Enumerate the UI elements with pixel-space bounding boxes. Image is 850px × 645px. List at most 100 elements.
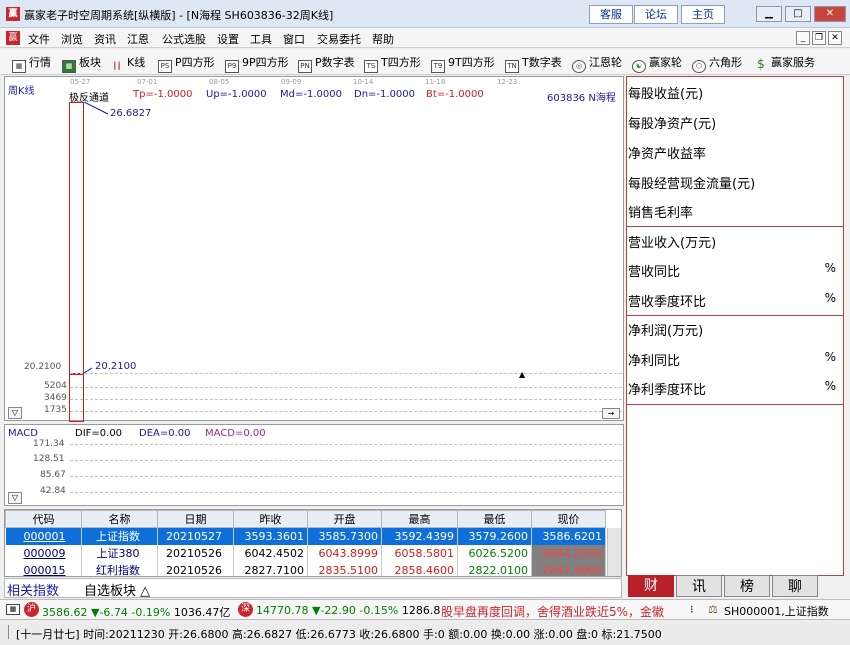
balance-icon: ⚖ <box>708 603 718 616</box>
y-axis-label: 20.2100 <box>24 362 62 372</box>
date-tick: 08-05 <box>209 78 230 86</box>
cell-code[interactable]: 000009 <box>5 544 82 562</box>
collapse-arrow-icon[interactable]: ▽ <box>8 407 22 419</box>
macd-dif: DIF=0.00 <box>75 428 123 439</box>
menu-help[interactable]: 帮助 <box>372 31 394 47</box>
cell-prev-close: 3593.3601 <box>233 527 308 545</box>
indicator-tp: Tp=-1.0000 <box>133 89 193 100</box>
cell-name: 上证380 <box>81 544 158 562</box>
table-row[interactable]: 000015 红利指数 20210526 2827.7100 2835.5100… <box>5 561 606 576</box>
pn-icon: PN <box>298 60 312 73</box>
menu-settings[interactable]: 设置 <box>217 31 239 47</box>
price-leader-lines <box>84 101 109 374</box>
toolbar-sector-button[interactable]: ▦ 板块 <box>62 54 101 73</box>
mdi-restore-button[interactable]: ❐ <box>812 31 826 45</box>
toolbar-9t-square-button[interactable]: T9 9T四方形 <box>431 54 495 73</box>
menu-file[interactable]: 文件 <box>28 31 50 47</box>
cell-open: 6043.8999 <box>307 544 382 562</box>
close-button[interactable]: ✕ <box>814 6 846 22</box>
col-header-price[interactable]: 现价 <box>531 510 606 528</box>
table-icon[interactable]: ▦ <box>6 604 20 615</box>
col-header-name[interactable]: 名称 <box>81 510 158 528</box>
mdi-close-button[interactable]: ✕ <box>828 31 842 45</box>
col-header-date[interactable]: 日期 <box>157 510 234 528</box>
menu-window[interactable]: 窗口 <box>283 31 305 47</box>
toolbar-service-button[interactable]: $ 赢家服务 <box>754 54 815 72</box>
table-row[interactable]: 000001 上证指数 20210527 3593.3601 3585.7300… <box>5 527 606 545</box>
col-header-prev-close[interactable]: 昨收 <box>233 510 308 528</box>
candles-icon: ┃┃ <box>112 62 122 70</box>
fin-separator <box>626 404 844 405</box>
toolbar-hexagon-button[interactable]: ⬡ 六角形 <box>692 54 742 73</box>
cell-price: 6044.2500 <box>531 544 606 562</box>
fin-gross-margin: 销售毛利率 <box>628 206 694 221</box>
toolbar-t-table-button[interactable]: TN T数字表 <box>505 54 562 73</box>
cell-code[interactable]: 000001 <box>5 527 82 545</box>
forum-link[interactable]: 论坛 <box>634 5 678 24</box>
menu-formula-screener[interactable]: 公式选股 <box>162 31 206 47</box>
sh-index-quote[interactable]: 3586.62 ▼-6.74 -0.19% 1036.47亿 <box>42 604 230 620</box>
col-header-high[interactable]: 最高 <box>381 510 458 528</box>
maximize-button[interactable]: □ <box>785 6 811 22</box>
cell-low: 6026.5200 <box>457 544 532 562</box>
toolbar-winner-wheel-button[interactable]: ☯ 赢家轮 <box>632 54 682 73</box>
home-link[interactable]: 主页 <box>681 5 725 24</box>
table-icon: ▦ <box>12 60 26 73</box>
minimize-button[interactable]: ▁ <box>756 6 782 22</box>
macd-y-label: 128.51 <box>33 454 65 464</box>
toolbar-quotes-button[interactable]: ▦ 行情 <box>12 54 51 73</box>
shenzhen-badge-icon: 深 <box>238 602 253 617</box>
mdi-minimize-button[interactable]: _ <box>796 31 810 45</box>
cell-high: 6058.5801 <box>381 544 458 562</box>
menu-browse[interactable]: 浏览 <box>61 31 83 47</box>
toolbar-t-square-button[interactable]: TS T四方形 <box>364 54 421 73</box>
y-axis-label: 3469 <box>44 393 67 403</box>
sz-index-quote[interactable]: 14770.78 ▼-22.90 -0.15% 1286.85 <box>256 604 440 617</box>
cell-code[interactable]: 000015 <box>5 561 82 576</box>
gridline <box>70 387 622 388</box>
table-header-row: 代码 名称 日期 昨收 开盘 最高 最低 现价 <box>5 510 606 528</box>
status-text: [十一月廿七] 时间:20211230 开:26.6800 高:26.6827 … <box>16 628 662 641</box>
menu-trade[interactable]: 交易委托 <box>317 31 361 47</box>
tab-finance[interactable]: 财 <box>628 575 674 597</box>
menu-gann[interactable]: 江恩 <box>127 31 149 47</box>
toolbar-p-square-button[interactable]: PS P四方形 <box>158 54 215 73</box>
cell-name: 上证指数 <box>81 527 158 545</box>
ps-icon: PS <box>158 60 172 73</box>
table-scrollbar[interactable] <box>607 528 621 576</box>
news-ticker[interactable]: 股早盘再度回调，舍得酒业跌近5%，金徽 <box>441 603 685 620</box>
ticker-scroll-icon[interactable]: ⁝ <box>690 603 694 616</box>
toolbar-gann-wheel-button[interactable]: ◎ 江恩轮 <box>572 54 622 73</box>
cell-price: 3586.6201 <box>531 527 606 545</box>
tab-watchlist[interactable]: 自选板块 △ <box>84 580 150 599</box>
tab-rankings[interactable]: 榜 <box>724 575 770 597</box>
col-header-open[interactable]: 开盘 <box>307 510 382 528</box>
macd-y-label: 42.84 <box>40 486 66 496</box>
toolbar-kline-button[interactable]: ┃┃ K线 <box>110 54 145 74</box>
cell-date: 20210526 <box>157 561 234 576</box>
menu-tools[interactable]: 工具 <box>250 31 272 47</box>
table-row[interactable]: 000009 上证380 20210526 6042.4502 6043.899… <box>5 544 606 562</box>
macd-collapse-arrow-icon[interactable]: ▽ <box>8 492 22 504</box>
cell-date: 20210527 <box>157 527 234 545</box>
col-header-low[interactable]: 最低 <box>457 510 532 528</box>
toolbar-9p-square-button[interactable]: P9 9P四方形 <box>225 54 289 73</box>
tab-related-index[interactable]: 相关指数 <box>7 580 59 599</box>
date-tick: 11-18 <box>425 78 446 86</box>
col-header-code[interactable]: 代码 <box>5 510 82 528</box>
scroll-right-icon[interactable]: → <box>602 408 620 419</box>
p9-icon: P9 <box>225 60 239 73</box>
tab-chat[interactable]: 聊 <box>772 575 818 597</box>
menu-news[interactable]: 资讯 <box>94 31 116 47</box>
app-logo-icon: 赢 <box>6 7 20 21</box>
service-link[interactable]: 客服 <box>589 5 633 24</box>
circle-icon: ◎ <box>572 60 586 73</box>
toolbar-p-table-button[interactable]: PN P数字表 <box>298 54 355 73</box>
macd-dea: DEA=0.00 <box>139 428 191 439</box>
current-symbol-label[interactable]: SH000001,上证指数 <box>724 603 829 619</box>
stock-code-label: 603836 N海程 <box>547 93 616 104</box>
gridline <box>70 399 622 400</box>
tab-news[interactable]: 讯 <box>676 575 722 597</box>
date-tick: 12-23 <box>497 78 518 86</box>
cell-high: 3592.4399 <box>381 527 458 545</box>
